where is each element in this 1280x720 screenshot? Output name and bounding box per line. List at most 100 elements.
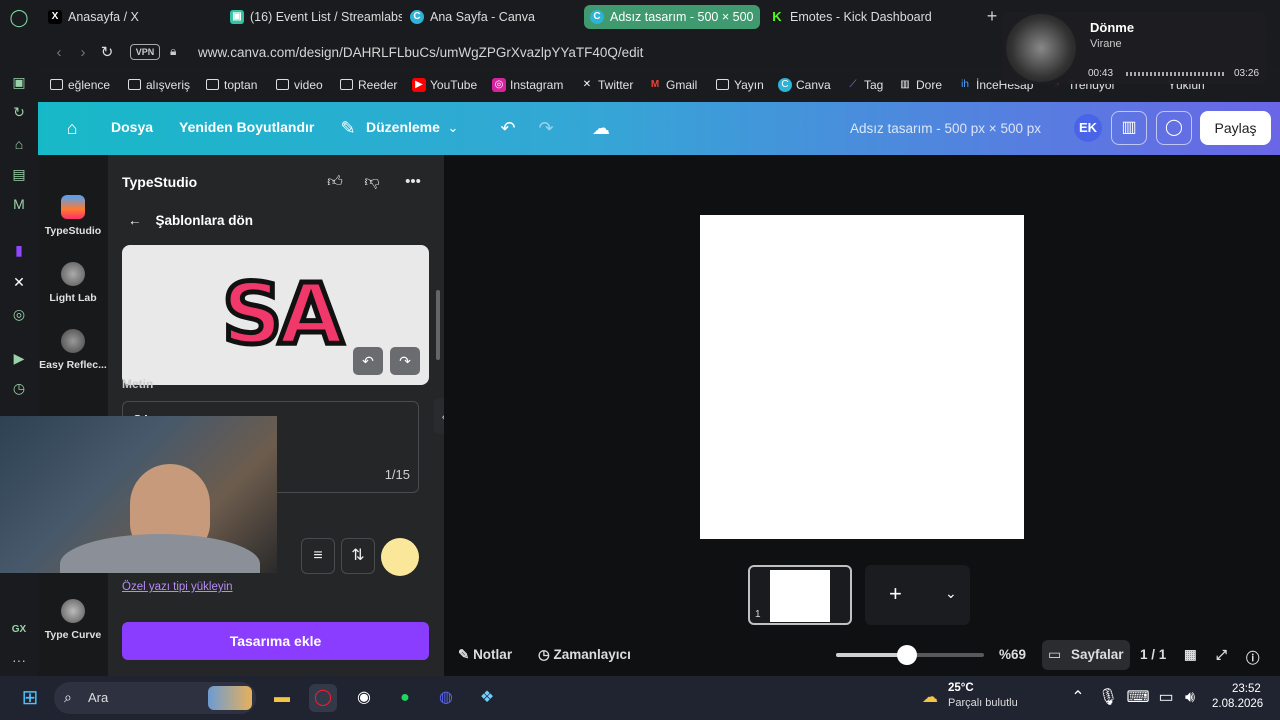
bookmark-item[interactable]: ▥ Dore: [898, 78, 942, 92]
new-tab-button[interactable]: +: [983, 7, 1001, 26]
pages-button[interactable]: ▭ Sayfalar: [1042, 640, 1130, 670]
artboard[interactable]: [700, 215, 1024, 539]
clock-time[interactable]: 23:52: [1232, 683, 1261, 695]
preview-undo-icon[interactable]: ↶: [353, 347, 383, 375]
opera-logo-icon[interactable]: ◯: [9, 8, 29, 28]
app-icon[interactable]: ❖: [473, 684, 501, 712]
history-icon[interactable]: ◷: [9, 378, 29, 398]
redo-icon[interactable]: ↷: [534, 116, 558, 140]
preview-redo-icon[interactable]: ↷: [390, 347, 420, 375]
discord-icon[interactable]: ◍: [432, 684, 460, 712]
bookmark-item[interactable]: ⟋ Tag: [846, 78, 884, 92]
tab-1[interactable]: ▣ (16) Event List / Streamlabs: [224, 5, 402, 29]
page-thumbnail[interactable]: 1: [748, 565, 852, 625]
panel-scrollbar[interactable]: [436, 290, 440, 360]
pencil-icon[interactable]: ✎: [336, 116, 360, 140]
keyboard-icon[interactable]: ⌨: [1124, 684, 1152, 712]
bookmark-item[interactable]: ✕ Twitter: [580, 78, 634, 92]
file-explorer-icon[interactable]: ▬: [268, 684, 296, 712]
back-icon[interactable]: ‹: [50, 44, 68, 62]
app-typestudio[interactable]: TypeStudio: [38, 195, 108, 237]
microphone-icon[interactable]: 🎙︎: [1094, 684, 1122, 712]
x-sidebar-icon[interactable]: ✕: [9, 272, 29, 292]
bookmark-item[interactable]: M Gmail: [648, 78, 698, 92]
twitch-icon[interactable]: ▮: [9, 240, 29, 260]
bookmark-label: Gmail: [666, 78, 698, 92]
zoom-level[interactable]: %69: [999, 647, 1026, 662]
resize-button[interactable]: Yeniden Boyutlandır: [179, 119, 314, 135]
clock-date[interactable]: 2.08.2026: [1212, 698, 1263, 710]
thumbs-down-icon[interactable]: 👎︎: [361, 171, 383, 193]
more-options-icon[interactable]: •••: [402, 171, 424, 193]
tab-2[interactable]: C Ana Sayfa - Canva: [404, 5, 582, 29]
zoom-slider[interactable]: [836, 645, 984, 665]
upload-font-link[interactable]: Özel yazı tipi yükleyin: [122, 581, 233, 593]
bookmark-item[interactable]: video: [276, 78, 323, 92]
more-icon[interactable]: ···: [9, 650, 29, 670]
comment-icon[interactable]: ◯: [1156, 111, 1192, 145]
back-to-templates[interactable]: ← Şablonlara dön: [128, 213, 253, 228]
bookmark-item[interactable]: ◎ Instagram: [492, 78, 563, 92]
avatar[interactable]: EK: [1074, 114, 1102, 142]
add-page-button[interactable]: + ⌄: [865, 565, 970, 625]
tab-3-active[interactable]: C Adsız tasarım - 500 × 500: [584, 5, 760, 29]
undo-icon[interactable]: ↶: [496, 116, 520, 140]
tray-chevron-icon[interactable]: ⌃: [1064, 684, 1092, 712]
gx-icon[interactable]: GX: [9, 620, 29, 640]
bookmark-item[interactable]: Reeder: [340, 78, 397, 92]
tab-0[interactable]: X Anasayfa / X: [42, 5, 222, 29]
player-icon[interactable]: ▶: [9, 348, 29, 368]
document-title[interactable]: Adsız tasarım - 500 px × 500 px: [850, 121, 1041, 136]
bookmark-item[interactable]: Yayın: [716, 78, 764, 92]
whatsapp-icon[interactable]: ◎: [9, 304, 29, 324]
timer-icon: ◷: [538, 647, 554, 662]
spotify-icon[interactable]: ●: [391, 684, 419, 712]
weather-icon[interactable]: ☁: [916, 684, 944, 712]
media-popup[interactable]: Dönme Virane 00:43 03:26: [1002, 12, 1266, 84]
steam-icon[interactable]: ◉: [350, 684, 378, 712]
media-waveform[interactable]: [1126, 72, 1224, 76]
add-to-design-button[interactable]: Tasarıma ekle: [122, 622, 429, 660]
help-icon[interactable]: ⓘ: [1246, 647, 1260, 667]
bookmark-item[interactable]: toptan: [206, 78, 257, 92]
timer-button[interactable]: ◷ Zamanlayıcı: [538, 647, 631, 663]
share-button[interactable]: Paylaş: [1200, 111, 1271, 145]
zoom-slider-knob[interactable]: [897, 645, 918, 665]
url-field[interactable]: www.canva.com/design/DAHRLFLbuCs/umWgZPG…: [198, 45, 643, 60]
cloud-saved-icon[interactable]: ☁: [589, 116, 613, 140]
analytics-icon[interactable]: ▥: [1111, 111, 1147, 145]
thumbs-up-icon[interactable]: 👍︎: [324, 171, 346, 193]
news-icon[interactable]: ▤: [9, 164, 29, 184]
chevron-down-icon[interactable]: ⌄: [441, 116, 465, 140]
lock-icon[interactable]: 🔒︎: [170, 44, 184, 60]
messenger-icon[interactable]: M: [9, 194, 29, 214]
refresh-panel-icon[interactable]: ↻: [9, 102, 29, 122]
bookmark-item[interactable]: eğlence: [50, 78, 110, 92]
volume-icon[interactable]: 🔊︎: [1176, 684, 1204, 712]
grid-view-icon[interactable]: ▦: [1184, 647, 1197, 663]
vpn-badge[interactable]: VPN: [130, 44, 160, 60]
reload-icon[interactable]: ↻: [98, 44, 116, 62]
chevron-down-icon[interactable]: ⌄: [945, 585, 957, 602]
taskbar-search[interactable]: ⌕ Ara: [54, 682, 256, 714]
forward-icon[interactable]: ›: [74, 44, 92, 62]
edit-mode-menu[interactable]: Düzenleme: [366, 119, 440, 135]
home-icon[interactable]: ⌂: [60, 116, 84, 140]
notes-button[interactable]: ✎ Notlar: [458, 647, 512, 663]
tab-4[interactable]: K Emotes - Kick Dashboard: [764, 5, 942, 29]
app-easy-reflection[interactable]: Easy Reflec...: [38, 329, 108, 371]
line-spacing-button[interactable]: ⇅: [341, 538, 375, 574]
bag-icon[interactable]: ⌂: [9, 134, 29, 154]
bookmark-item[interactable]: alışveriş: [128, 78, 190, 92]
app-type-curve[interactable]: Type Curve: [38, 599, 108, 641]
app-light-lab[interactable]: Light Lab: [38, 262, 108, 304]
bookmark-item[interactable]: ▶ YouTube: [412, 78, 477, 92]
align-center-button[interactable]: ≡: [301, 538, 335, 574]
bookmark-item[interactable]: C Canva: [778, 78, 831, 92]
file-menu[interactable]: Dosya: [111, 119, 153, 135]
text-color-swatch[interactable]: [381, 538, 419, 576]
fullscreen-icon[interactable]: ⤢: [1216, 647, 1227, 663]
opera-gx-icon[interactable]: ◯: [309, 684, 337, 712]
gaming-icon[interactable]: ▣: [9, 72, 29, 92]
windows-start-icon[interactable]: ⊞: [16, 684, 44, 712]
